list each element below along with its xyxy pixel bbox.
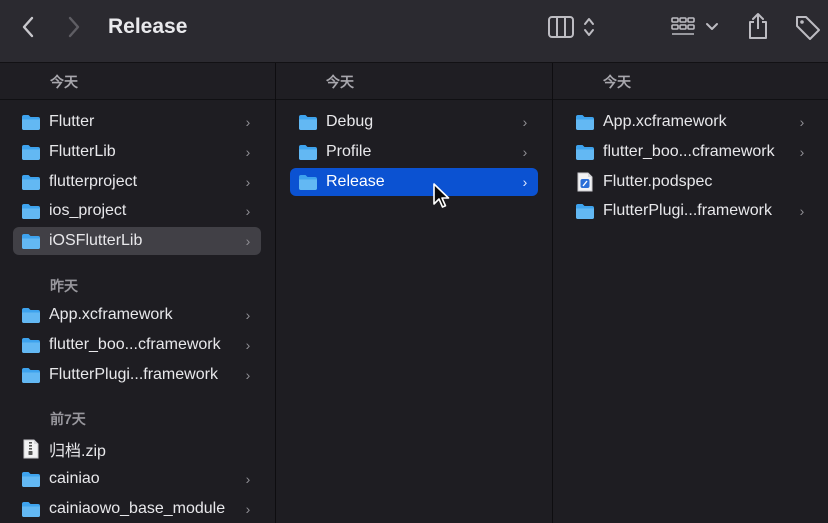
chevron-right-icon [68, 16, 80, 38]
mouse-pointer-icon [433, 183, 450, 208]
item-name: 归档.zip [49, 443, 106, 460]
folder-icon [21, 305, 41, 325]
chevron-right-icon: › [245, 233, 251, 250]
window-title: Release [108, 15, 188, 38]
folder-item[interactable]: FlutterPlugi...framework › [567, 197, 815, 225]
chevron-right-icon: › [245, 203, 251, 220]
chevron-right-icon: › [245, 470, 251, 487]
section-today-label: 今天 [326, 74, 354, 90]
item-name: Debug [326, 113, 374, 130]
file-item[interactable]: Flutter.podspec [567, 168, 815, 196]
folder-icon [298, 142, 318, 162]
folder-item[interactable]: App.xcframework › [567, 108, 815, 136]
folder-icon [298, 112, 318, 132]
item-name: cainiaowo_base_module [49, 499, 226, 517]
tag-icon [796, 16, 820, 40]
folder-item[interactable]: cainiaowo_base_module › [13, 495, 261, 523]
folder-icon [575, 201, 595, 221]
item-name: Release [326, 172, 385, 190]
item-name: ios_project [49, 202, 127, 220]
folder-item[interactable]: ios_project › [13, 197, 261, 225]
chevron-right-icon: › [522, 173, 528, 190]
chevron-right-icon: › [245, 500, 251, 517]
item-name: Profile [326, 142, 372, 160]
column-view-icon [548, 16, 594, 38]
folder-icon [21, 231, 41, 251]
item-name: FlutterPlugi...framework [603, 202, 772, 220]
folder-item[interactable]: Debug › [290, 108, 538, 136]
chevron-right-icon: › [522, 143, 528, 160]
folder-item[interactable]: cainiao › [13, 465, 261, 493]
group-grid-icon [671, 17, 718, 35]
zip-file-icon [21, 439, 41, 459]
folder-icon [21, 335, 41, 355]
folder-item[interactable]: Profile › [290, 138, 538, 166]
section-today-label: 今天 [603, 74, 631, 90]
item-name: App.xcframework [49, 306, 173, 323]
folder-icon [575, 142, 595, 162]
chevron-right-icon: › [245, 307, 251, 323]
item-name: App.xcframework [603, 113, 727, 130]
folder-item[interactable]: flutter_boo...cframework › [567, 138, 815, 166]
chevron-right-icon: › [245, 336, 251, 353]
chevron-left-icon [22, 16, 34, 38]
chevron-right-icon: › [245, 173, 251, 190]
folder-item[interactable]: flutter_boo...cframework › [13, 331, 261, 359]
item-name: flutter_boo...cframework [603, 142, 775, 160]
folder-item[interactable]: Release › [290, 167, 538, 196]
chevron-right-icon: › [245, 114, 251, 130]
toolbar: Release [0, 0, 828, 63]
folder-icon [21, 365, 41, 385]
item-name: FlutterLib [49, 142, 116, 160]
item-name: flutterproject [49, 172, 138, 190]
folder-item[interactable]: FlutterLib › [13, 138, 261, 166]
forward-button[interactable] [60, 12, 88, 42]
chevron-right-icon: › [799, 143, 805, 160]
item-name: iOSFlutterLib [49, 232, 143, 250]
group-button[interactable] [668, 12, 724, 42]
folder-item[interactable]: iOSFlutterLib › [13, 227, 261, 256]
chevron-right-icon: › [799, 114, 805, 130]
folder-item[interactable]: Flutter › [13, 108, 261, 136]
item-name: FlutterPlugi...framework [49, 365, 218, 383]
section-label: 前7天 [50, 411, 86, 427]
folder-item[interactable]: flutterproject › [13, 168, 261, 196]
folder-icon [21, 499, 41, 519]
folder-icon [575, 112, 595, 132]
folder-icon [21, 172, 41, 192]
item-name: cainiao [49, 469, 100, 487]
item-name: Flutter.podspec [603, 172, 713, 190]
view-mode-button[interactable] [544, 12, 604, 42]
chevron-right-icon: › [799, 203, 805, 220]
chevron-right-icon: › [522, 114, 528, 130]
column-header: 今天 [553, 63, 828, 100]
column-header: 今天 [0, 63, 275, 100]
folder-icon [21, 112, 41, 132]
back-button[interactable] [14, 12, 42, 42]
folder-icon [298, 172, 318, 192]
column-header: 今天 [276, 63, 552, 100]
folder-icon [21, 469, 41, 489]
podspec-file-icon [575, 172, 595, 192]
item-name: flutter_boo...cframework [49, 335, 221, 353]
section-label: 昨天 [50, 278, 78, 294]
chevron-right-icon: › [245, 143, 251, 160]
item-name: Flutter [49, 113, 95, 130]
folder-item[interactable]: FlutterPlugi...framework › [13, 361, 261, 389]
share-icon [749, 13, 767, 39]
share-button[interactable] [744, 10, 772, 42]
tag-button[interactable] [792, 10, 824, 44]
folder-icon [21, 201, 41, 221]
section-today-label: 今天 [50, 74, 78, 90]
folder-icon [21, 142, 41, 162]
file-item[interactable]: 归档.zip [13, 435, 261, 463]
chevron-right-icon: › [245, 366, 251, 383]
folder-item[interactable]: App.xcframework › [13, 301, 261, 329]
